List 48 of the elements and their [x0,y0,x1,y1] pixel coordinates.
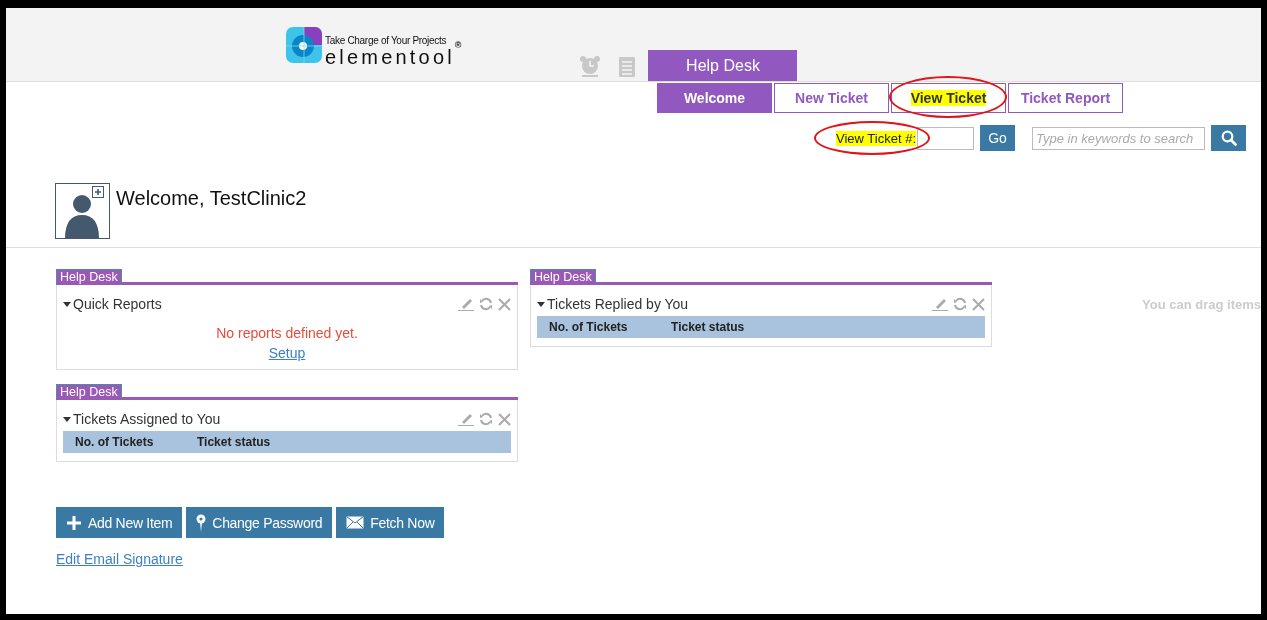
column-header: No. of Tickets [549,320,629,334]
logo-tagline: Take Charge of Your Projects [325,35,448,47]
refresh-icon[interactable] [479,297,493,311]
go-button[interactable]: Go [980,125,1015,151]
empty-message: No reports defined yet. [216,325,358,341]
widget-title[interactable]: Tickets Assigned to You [73,411,221,427]
close-icon[interactable] [498,297,511,311]
tab[interactable]: Ticket Report [1008,83,1123,113]
avatar[interactable] [55,183,110,239]
module-tab[interactable]: Help Desk [648,50,798,81]
column-header: Ticket status [197,435,271,449]
action-button[interactable]: Add New Item [56,507,183,538]
close-icon[interactable] [972,297,986,311]
tab[interactable]: New Ticket [774,83,889,113]
edit-signature-link[interactable]: Edit Email Signature [56,551,183,567]
widget-tag: Help Desk [530,269,596,284]
refresh-icon[interactable] [479,412,493,426]
ticket-number-label: View Ticket #: [836,130,916,146]
ticket-number-field[interactable] [917,126,974,150]
plus-icon [66,514,82,531]
widget-tag: Help Desk [56,384,122,399]
column-header: Ticket status [671,320,745,334]
logo-wordmark: elementool [325,47,455,67]
search-icon [1220,130,1237,146]
widget-tag: Help Desk [56,269,122,284]
action-button[interactable]: Change Password [186,507,333,538]
action-button[interactable]: Fetch Now [336,507,445,538]
column-header: No. of Tickets [75,435,155,449]
envelope-icon [346,516,365,529]
caret-icon[interactable] [63,301,71,307]
setup-link[interactable]: Setup [268,345,306,361]
widget-title[interactable]: Quick Reports [73,296,162,312]
search-field[interactable]: Type in keywords to search [1032,126,1205,150]
edit-icon[interactable] [932,297,949,311]
edit-icon[interactable] [458,297,474,311]
logo-icon [286,27,322,63]
welcome-heading: Welcome, TestClinic2 [116,187,307,210]
alarm-clock-icon[interactable] [579,55,602,77]
registered-mark: ® [454,40,462,50]
edit-icon[interactable] [458,412,474,426]
caret-icon[interactable] [63,416,71,422]
caret-icon[interactable] [537,301,545,307]
tab[interactable]: Welcome [657,83,772,113]
search-button[interactable] [1211,125,1246,151]
widget-title[interactable]: Tickets Replied by You [547,296,689,312]
close-icon[interactable] [498,412,511,426]
document-icon[interactable] [619,57,636,77]
refresh-icon[interactable] [953,297,968,311]
